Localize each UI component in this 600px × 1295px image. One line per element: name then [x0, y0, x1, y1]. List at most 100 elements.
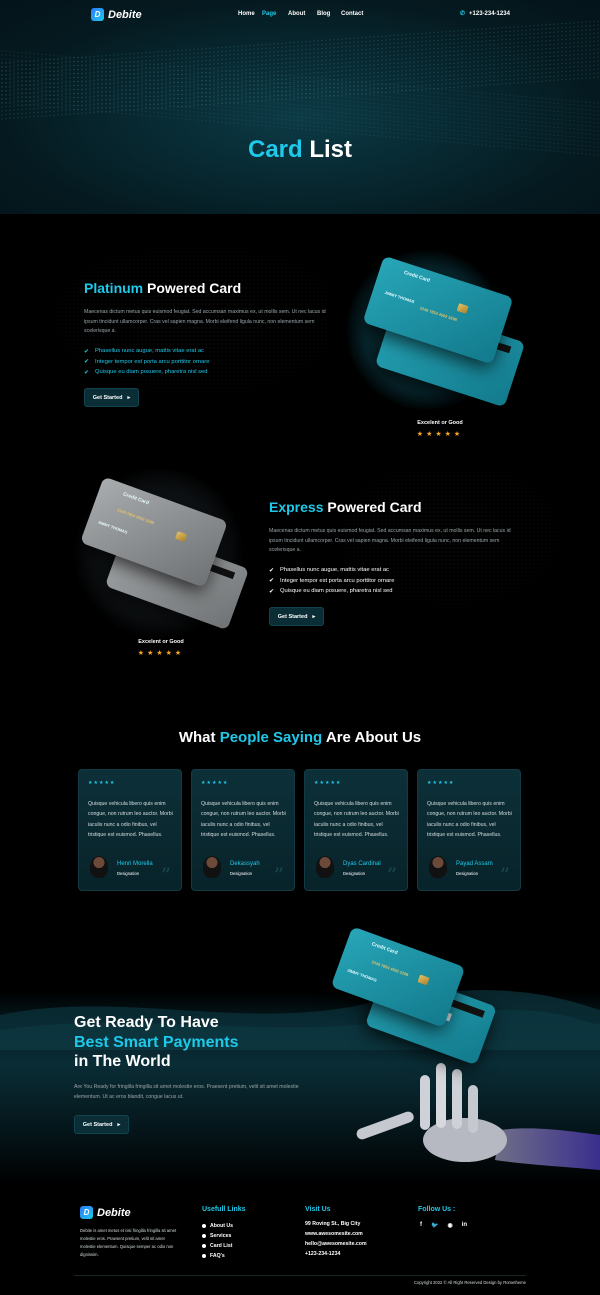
social-links: f 🐦 ◉ in: [420, 1222, 467, 1229]
button-label: Get Started: [92, 394, 123, 401]
feature-item: ✔ Integer tempor est porta arcu porttitor…: [84, 357, 209, 368]
chevron-right-icon: ▸: [117, 1121, 121, 1128]
cta-description: Are You Ready for fringilla fringilla si…: [74, 1084, 299, 1100]
phone-icon: ✆: [460, 11, 466, 17]
avatar: [316, 856, 334, 878]
platinum-title-rest: Powered Card: [147, 280, 242, 296]
feature-item: ✔ Phasellus nunc augue, mattis vitae erat…: [84, 346, 209, 357]
express-description: Maecenas dictum metus quis euismod feugi…: [269, 528, 511, 553]
facebook-icon[interactable]: f: [420, 1222, 422, 1229]
testimonial-designation: Designation: [343, 871, 366, 876]
chevron-right-icon: ▸: [127, 394, 131, 401]
express-title-rest: Powered Card: [327, 499, 422, 515]
testimonial-stars: ★★★★★: [427, 780, 455, 786]
card-holder: JIMMY THOMAS: [384, 289, 416, 305]
twitter-icon[interactable]: 🐦: [431, 1222, 438, 1229]
footer-logo[interactable]: D Debite: [80, 1206, 131, 1219]
feature-text: Quisque eu diam posuere, pharetra nisl s…: [95, 369, 208, 376]
testimonial-quote: Quisque vehicula libero quis enim congue…: [427, 801, 512, 839]
card-holder: JIMMY THOMAS: [346, 967, 378, 983]
feature-item: ✔ Integer tempor est porta arcu porttitor…: [269, 576, 394, 587]
quote-mark-icon: ”: [160, 863, 171, 887]
footer-link-label: Card List: [210, 1243, 233, 1249]
header-phone[interactable]: ✆ +123-234-1234: [460, 10, 510, 18]
testimonial-quote: Quisque vehicula libero quis enim congue…: [201, 801, 286, 839]
check-icon: ✔: [84, 369, 90, 376]
cta-title-line3: in The World: [74, 1053, 171, 1070]
platinum-rating-label: Excelent or Good: [417, 420, 463, 426]
footer-contact: 99 Roving St., Big City www.awesomesite.…: [305, 1221, 367, 1261]
quote-mark-icon: ”: [499, 863, 510, 887]
testimonials-title: What People Saying Are About Us: [0, 729, 600, 746]
testimonial-quote: Quisque vehicula libero quis enim congue…: [88, 801, 173, 839]
footer-address: 99 Roving St., Big City: [305, 1221, 361, 1227]
linkedin-icon[interactable]: in: [462, 1222, 467, 1229]
testimonial-card: ★★★★★ Quisque vehicula libero quis enim …: [191, 769, 295, 891]
card-label: Credit Card: [370, 941, 399, 957]
quote-mark-icon: ”: [386, 863, 397, 887]
robot-hand-illustration: [356, 1063, 600, 1170]
testimonial-stars: ★★★★★: [88, 780, 116, 786]
bullet-icon: [202, 1254, 206, 1258]
testimonial-quote: Quisque vehicula libero quis enim congue…: [314, 801, 399, 839]
page-title: Card List: [0, 136, 600, 164]
footer-follow-title: Follow Us :: [418, 1206, 456, 1213]
footer-copyright: Copyright 2022 © All Right Reserved Desi…: [413, 1280, 526, 1285]
cta-title-line1: Get Ready To Have: [74, 1014, 219, 1031]
footer-phone[interactable]: +123-234-1234: [305, 1251, 367, 1261]
button-label: Get Started: [82, 1121, 113, 1128]
bullet-icon: [202, 1244, 206, 1248]
logo-badge: D: [91, 8, 104, 21]
footer-link-services[interactable]: Services: [202, 1231, 233, 1241]
footer-website[interactable]: www.awesomesite.com: [305, 1231, 367, 1241]
instagram-icon[interactable]: ◉: [447, 1222, 452, 1229]
testimonial-stars: ★★★★★: [201, 780, 229, 786]
page-title-rest: List: [309, 136, 353, 163]
platinum-features: ✔ Phasellus nunc augue, mattis vitae erat…: [84, 346, 209, 378]
testimonials-title-pre: What: [178, 729, 216, 746]
nav-contact[interactable]: Contact: [341, 11, 363, 17]
footer-link-label: Services: [210, 1233, 232, 1239]
nav-about[interactable]: About: [288, 11, 305, 17]
platinum-star-rating: ★★★★★: [416, 431, 464, 438]
cta-get-started-button[interactable]: Get Started ▸: [74, 1115, 129, 1134]
avatar: [90, 856, 108, 878]
footer-links: About Us Services Card List FAQ's: [202, 1221, 233, 1261]
footer-link-about[interactable]: About Us: [202, 1221, 233, 1231]
testimonials-title-post: Are About Us: [325, 729, 422, 746]
card-chip-icon: [175, 531, 188, 543]
feature-text: Integer tempor est porta arcu porttitor …: [95, 358, 210, 365]
header-phone-number: +123-234-1234: [469, 10, 510, 17]
express-title: Express Powered Card: [269, 499, 422, 515]
feature-text: Phasellus nunc augue, mattis vitae erat …: [280, 567, 389, 574]
footer-links-title: Usefull Links: [202, 1206, 246, 1213]
feature-item: ✔ Quisque eu diam posuere, pharetra nisl …: [269, 586, 394, 597]
platinum-get-started-button[interactable]: Get Started ▸: [84, 388, 139, 407]
logo-text: Debite: [108, 8, 142, 21]
nav-page[interactable]: Page: [262, 11, 276, 17]
check-icon: ✔: [269, 567, 275, 574]
feature-text: Quisque eu diam posuere, pharetra nisl s…: [280, 588, 393, 595]
express-star-rating: ★★★★★: [137, 650, 185, 657]
logo[interactable]: D Debite: [91, 8, 142, 21]
feature-text: Integer tempor est porta arcu porttitor …: [280, 577, 395, 584]
express-get-started-button[interactable]: Get Started ▸: [269, 607, 324, 626]
platinum-title-accent: Platinum: [84, 280, 144, 296]
testimonial-name: Dekassyah: [230, 861, 260, 867]
platinum-title: Platinum Powered Card: [84, 280, 241, 296]
hero-banner: D Debite Home Page About Blog Contact ✆ …: [0, 0, 600, 214]
footer-link-faq[interactable]: FAQ's: [202, 1251, 233, 1261]
express-rating-label: Excelent or Good: [138, 639, 184, 645]
footer-visit-title: Visit Us: [305, 1206, 331, 1213]
footer-link-label: About Us: [210, 1223, 234, 1229]
cta-title-line2: Best Smart Payments: [74, 1033, 239, 1051]
nav-home[interactable]: Home: [238, 11, 255, 17]
testimonial-name: Payad Assam: [456, 861, 493, 867]
testimonial-name: Dyas Cardinal: [343, 861, 381, 867]
card-number: 3349 7854 4592 3298: [419, 305, 458, 323]
footer-email[interactable]: hello@awesomesite.com: [305, 1241, 367, 1251]
footer-link-card-list[interactable]: Card List: [202, 1241, 233, 1251]
testimonial-designation: Designation: [456, 871, 479, 876]
nav-blog[interactable]: Blog: [317, 11, 330, 17]
express-title-accent: Express: [269, 499, 324, 515]
